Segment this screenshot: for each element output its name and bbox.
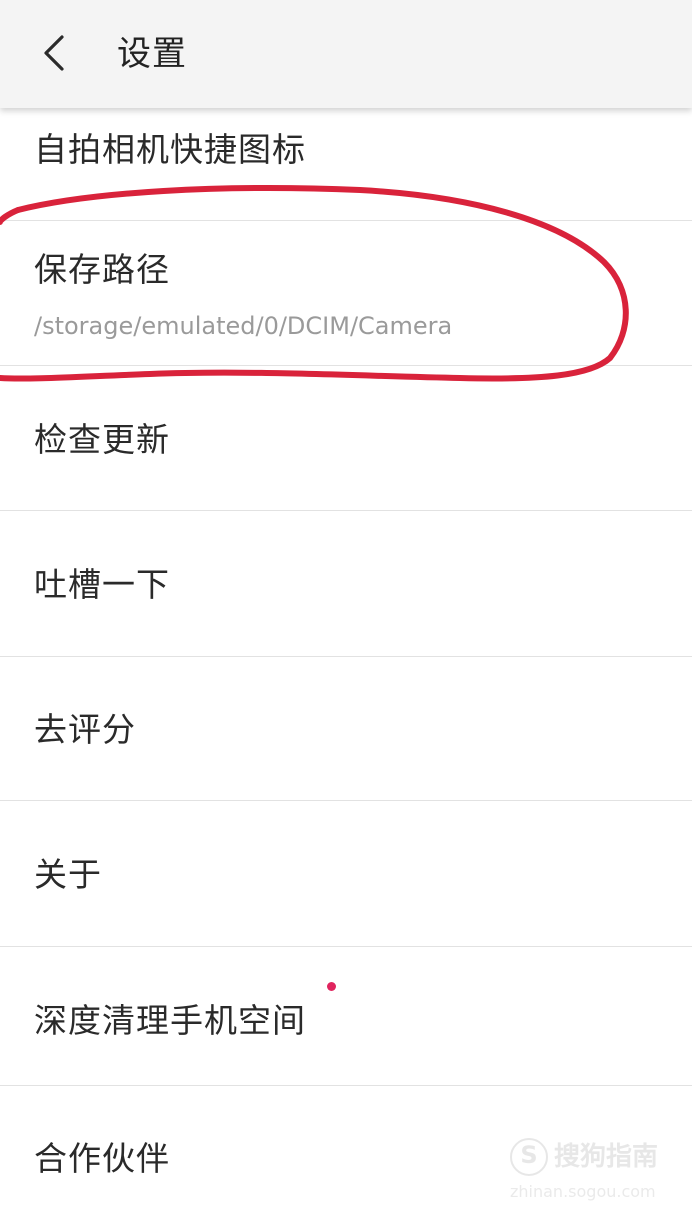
setting-item-label: 合作伙伴 [34,1139,170,1178]
setting-item-label: 自拍相机快捷图标 [34,130,306,169]
setting-item-selfie-shortcut[interactable]: 自拍相机快捷图标 [0,108,692,220]
page-title: 设置 [117,34,187,74]
watermark-brand: 搜狗指南 [554,1142,659,1172]
setting-item-about[interactable]: 关于 [0,801,692,946]
notification-dot [327,982,336,991]
setting-item-label: 关于 [34,855,102,894]
setting-item-save-path[interactable]: 保存路径 /storage/emulated/0/DCIM/Camera [0,221,692,365]
watermark-url: zhinan.sogou.com [510,1182,656,1201]
settings-screen: 设置 自拍相机快捷图标 保存路径 /storage/emulated/0/DCI… [0,0,692,1230]
setting-item-label: 去评分 [34,710,136,749]
setting-item-deep-clean[interactable]: 深度清理手机空间 [0,947,692,1085]
save-path-value: /storage/emulated/0/DCIM/Camera [34,312,453,340]
setting-item-feedback[interactable]: 吐槽一下 [0,511,692,656]
sogou-watermark: S 搜狗指南 zhinan.sogou.com [510,1138,670,1208]
sogou-s-glyph: S [520,1141,538,1169]
setting-item-label: 吐槽一下 [34,565,170,604]
setting-item-label: 检查更新 [34,420,170,459]
setting-item-label: 深度清理手机空间 [34,1001,306,1040]
top-app-bar: 设置 [0,0,692,108]
setting-item-label: 保存路径 [34,250,170,289]
back-button[interactable] [30,28,80,78]
setting-item-check-update[interactable]: 检查更新 [0,366,692,510]
chevron-left-icon [44,35,64,71]
setting-item-rate[interactable]: 去评分 [0,657,692,800]
